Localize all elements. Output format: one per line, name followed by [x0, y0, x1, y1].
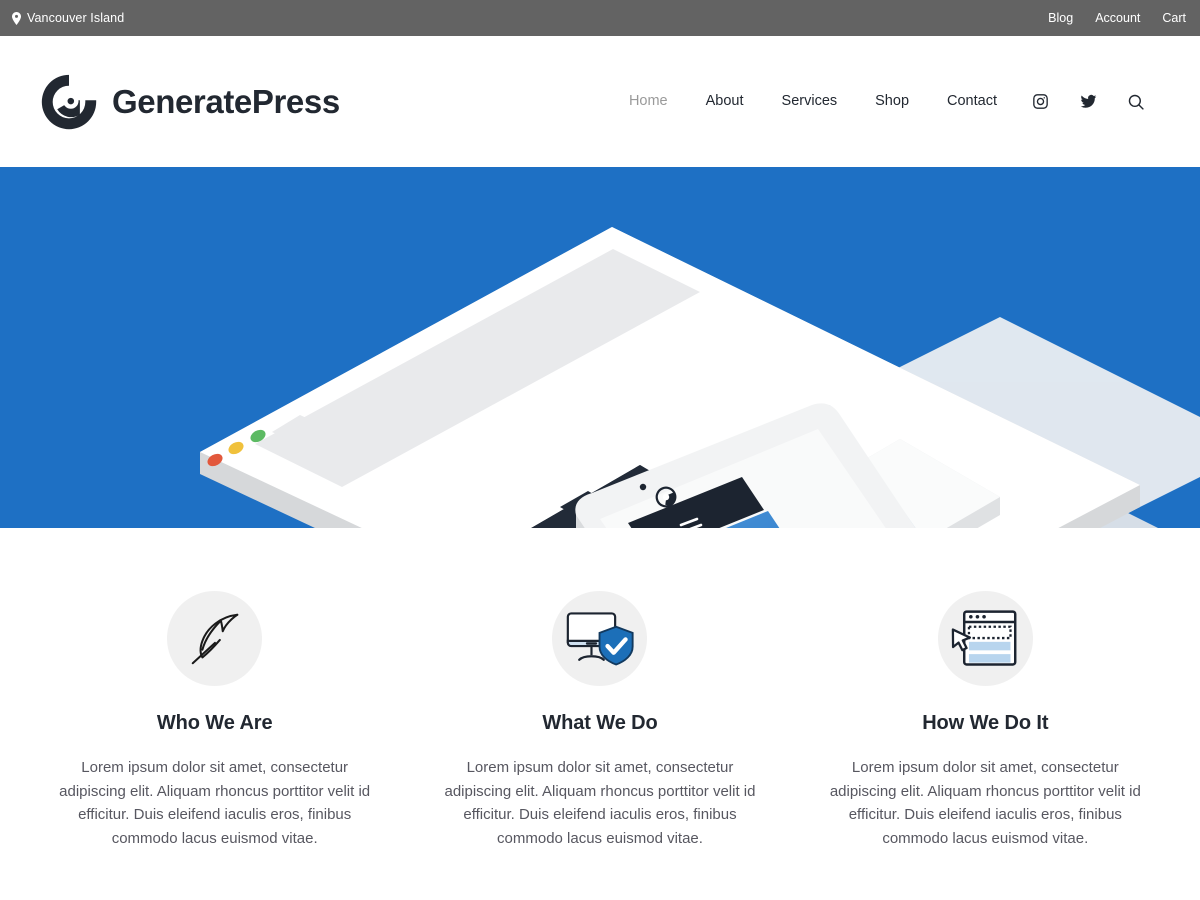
feature-title: What We Do [542, 712, 658, 734]
feature-text: Lorem ipsum dolor sit amet, consectetur … [444, 759, 756, 848]
generatepress-logo-icon [41, 74, 97, 129]
nav-link-contact[interactable]: Contact [928, 36, 1016, 167]
top-bar: Vancouver Island Blog Account Cart [0, 0, 1200, 36]
nav-link-about[interactable]: About [687, 36, 763, 167]
features-section: Who We Are Lorem ipsum dolor sit amet, c… [0, 528, 1200, 851]
instagram-icon [1032, 94, 1048, 109]
nav-item-shop: Shop [856, 36, 928, 167]
nav-list: Home About Services Shop Contact [610, 36, 1160, 167]
search-toggle[interactable] [1112, 36, 1160, 167]
feature-icon-circle [937, 591, 1033, 686]
nav-link-services[interactable]: Services [763, 36, 857, 167]
topbar-link-account[interactable]: Account [1095, 11, 1140, 25]
nav-link-home[interactable]: Home [610, 36, 687, 167]
nav-link-shop[interactable]: Shop [856, 36, 928, 167]
site-header: GeneratePress Home About Services Shop C… [0, 36, 1200, 167]
site-branding[interactable]: GeneratePress [40, 73, 340, 131]
feature-title: How We Do It [922, 712, 1049, 734]
feature-card-what-we-do: What We Do Lorem ipsum dolor sit amet, c… [407, 591, 792, 851]
browser-selection-cursor-icon [952, 609, 1017, 666]
topbar-link-blog[interactable]: Blog [1048, 11, 1073, 25]
hero-illustration [0, 167, 1200, 528]
feature-text: Lorem ipsum dolor sit amet, consectetur … [59, 759, 371, 848]
nav-item-instagram [1016, 36, 1064, 167]
feather-quill-icon [191, 613, 238, 664]
feature-icon-circle [167, 591, 263, 686]
feature-title: Who We Are [156, 712, 273, 734]
nav-item-search [1112, 36, 1160, 167]
feature-text: Lorem ipsum dolor sit amet, consectetur … [829, 759, 1141, 848]
nav-item-services: Services [763, 36, 857, 167]
search-icon [1128, 94, 1144, 110]
instagram-link[interactable] [1016, 36, 1064, 167]
hero-section [0, 167, 1200, 528]
map-pin-icon [12, 11, 21, 25]
top-bar-location: Vancouver Island [8, 11, 124, 25]
top-bar-links: Blog Account Cart [1048, 11, 1186, 25]
location-label: Vancouver Island [27, 11, 125, 25]
feature-icon-circle [552, 591, 648, 686]
nav-item-home: Home [610, 36, 687, 167]
nav-item-about: About [687, 36, 763, 167]
topbar-link-cart[interactable]: Cart [1162, 11, 1186, 25]
brand-name: GeneratePress [112, 83, 340, 120]
nav-item-twitter [1064, 36, 1112, 167]
primary-navigation: Home About Services Shop Contact [610, 36, 1160, 167]
twitter-icon [1080, 94, 1096, 108]
feature-card-how-we-do-it: How We Do It Lorem ipsum dolor sit amet,… [793, 591, 1178, 851]
feature-card-who-we-are: Who We Are Lorem ipsum dolor sit amet, c… [22, 591, 407, 851]
twitter-link[interactable] [1064, 36, 1112, 167]
nav-item-contact: Contact [928, 36, 1016, 167]
monitor-shield-check-icon [566, 611, 634, 666]
